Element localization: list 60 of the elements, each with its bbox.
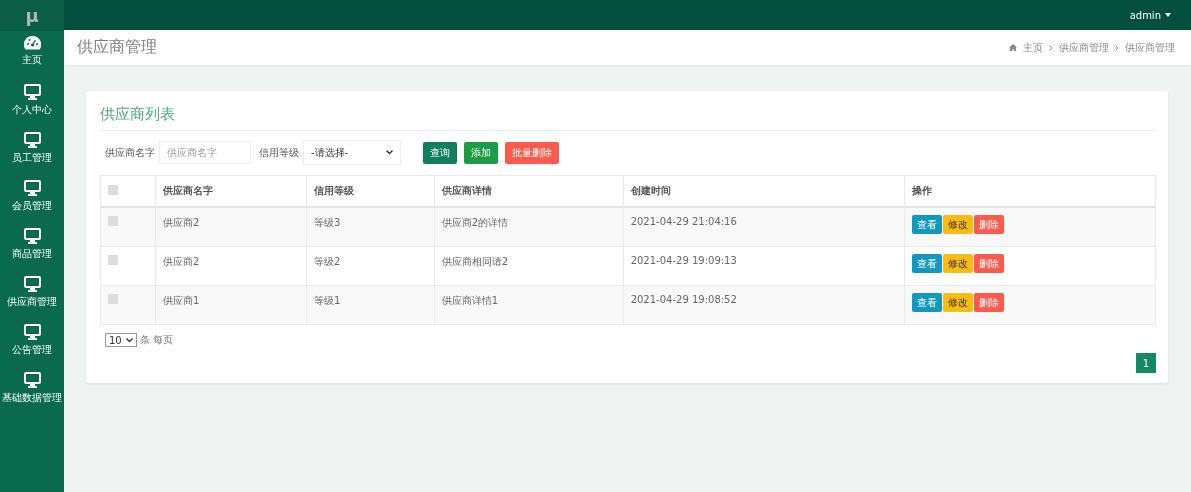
name-field[interactable]: 供应商名字 — [159, 141, 251, 164]
table-cell: 供应商2 — [155, 207, 307, 247]
page-link[interactable]: 1 — [1136, 353, 1156, 373]
sidebar-item[interactable]: 主页 — [0, 31, 64, 79]
table-cell: 供应商1 — [155, 285, 307, 325]
breadcrumb-link[interactable]: 供应商管理 — [1125, 40, 1175, 55]
sidebar-item[interactable]: 公告管理 — [0, 319, 64, 367]
edit-button[interactable]: 修改 — [943, 293, 974, 312]
checkbox[interactable] — [108, 294, 118, 304]
edit-button[interactable]: 修改 — [943, 215, 974, 234]
chevron-icon — [125, 337, 133, 343]
monitor-icon — [23, 180, 41, 196]
monitor-icon — [23, 324, 41, 340]
table-cell: 等级2 — [306, 246, 435, 286]
checkbox[interactable] — [108, 185, 118, 195]
table-cell: 供应商相同请2 — [434, 246, 624, 286]
page-size-select[interactable]: 10 — [105, 333, 137, 347]
checkbox[interactable] — [108, 216, 118, 226]
edit-button[interactable]: 修改 — [943, 254, 974, 273]
table-cell: 供应商详情1 — [434, 285, 624, 325]
table-cell: 等级1 — [306, 285, 435, 325]
view-button[interactable]: 查看 — [912, 293, 943, 312]
table-cell: 等级3 — [306, 207, 435, 247]
view-button[interactable]: 查看 — [912, 254, 943, 273]
monitor-icon — [23, 276, 41, 292]
breadcrumb-link[interactable]: 主页 — [1023, 40, 1043, 55]
add-button[interactable]: 添加 — [464, 141, 498, 164]
monitor-icon — [23, 132, 41, 148]
user-menu[interactable]: admin — [1129, 9, 1171, 21]
sidebar-item[interactable]: 基础数据管理 — [0, 367, 64, 415]
view-button[interactable]: 查看 — [912, 215, 943, 234]
monitor-icon — [23, 372, 41, 388]
level-select[interactable]: -请选择- — [303, 140, 401, 165]
caret-icon — [1165, 13, 1171, 17]
sidebar-item[interactable]: 会员管理 — [0, 175, 64, 223]
monitor-icon — [23, 84, 41, 100]
card-title: 供应商列表 — [100, 101, 1156, 131]
chevron-right-icon — [1115, 44, 1119, 51]
dashboard-icon — [23, 36, 41, 50]
sidebar-item[interactable]: 个人中心 — [0, 79, 64, 127]
filter-label: 供应商名字 — [105, 145, 155, 160]
home-icon — [1009, 44, 1017, 51]
search-button[interactable]: 查询 — [423, 141, 457, 164]
table-cell: 2021-04-29 19:09:13 — [623, 246, 905, 286]
checkbox[interactable] — [108, 255, 118, 265]
breadcrumb-link[interactable]: 供应商管理 — [1059, 40, 1109, 55]
filter-label: 信用等级 — [259, 145, 299, 160]
sidebar-item[interactable]: 供应商管理 — [0, 271, 64, 319]
monitor-icon — [23, 228, 41, 244]
table-cell: 供应商2 — [155, 246, 307, 286]
table-cell: 供应商2的详情 — [434, 207, 624, 247]
table-cell: 2021-04-29 19:08:52 — [623, 285, 905, 325]
chevron-right-icon — [1049, 44, 1053, 51]
sidebar-item[interactable]: 员工管理 — [0, 127, 64, 175]
sidebar-item[interactable]: 商品管理 — [0, 223, 64, 271]
page-title: 供应商管理 — [77, 37, 157, 58]
chevron-icon — [386, 150, 393, 155]
page-size-label: 条 每页 — [139, 333, 173, 347]
table-cell: 2021-04-29 21:04:16 — [623, 207, 905, 247]
brand-logo: μ — [0, 0, 64, 31]
